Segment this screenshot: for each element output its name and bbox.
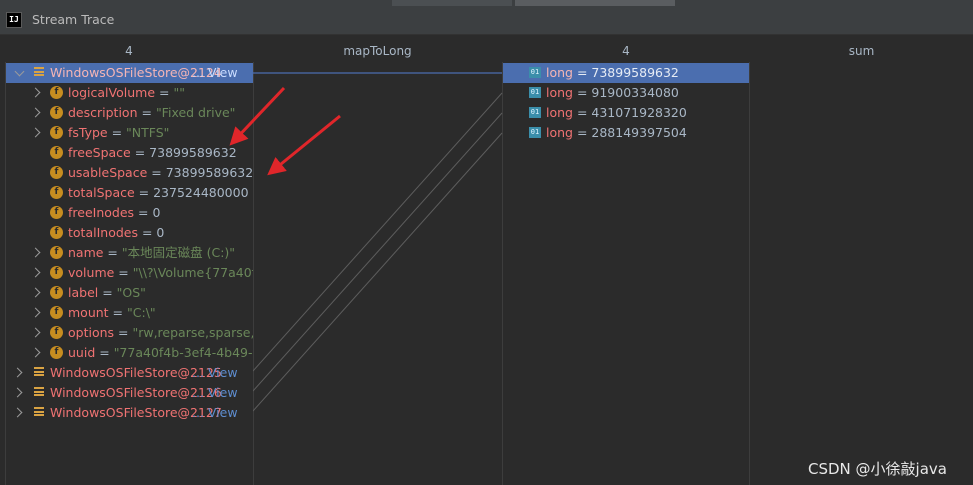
red-arrow-annotation (229, 86, 286, 146)
annotation-arrows (229, 86, 341, 176)
csdn-watermark: CSDN @小徐敲java (808, 460, 947, 478)
red-arrow-annotation (267, 114, 341, 176)
